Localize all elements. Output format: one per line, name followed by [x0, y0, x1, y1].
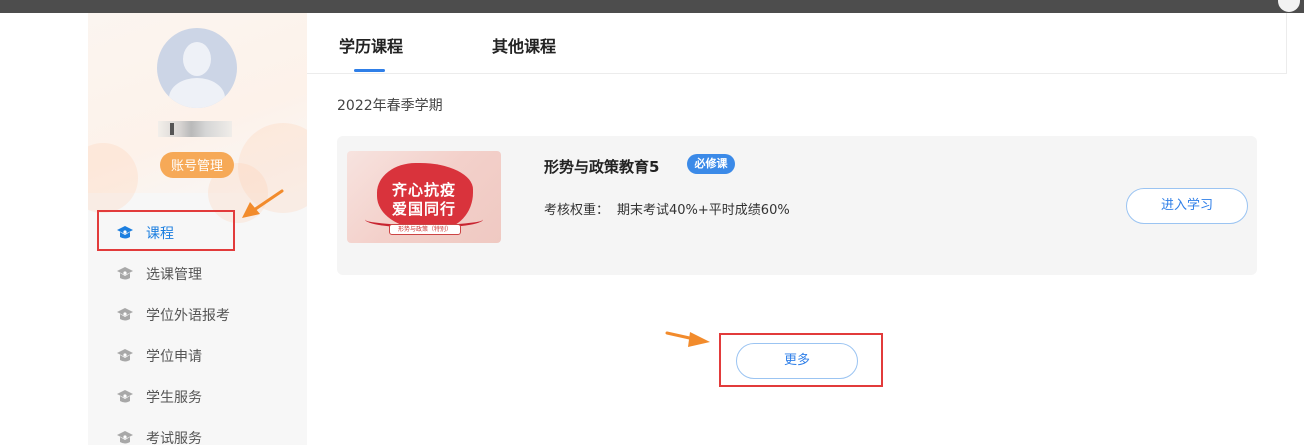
annotation-arrow-icon	[242, 189, 284, 218]
graduation-cap-icon	[117, 308, 133, 321]
course-card: 齐心抗疫 爱国同行 形势与政策（特别） 形势与政策教育5 必修课 考核权重： 期末…	[337, 136, 1257, 275]
sidebar-item-label: 选课管理	[146, 267, 202, 283]
course-title[interactable]: 形势与政策教育5	[544, 156, 659, 177]
required-course-badge: 必修课	[687, 154, 735, 174]
avatar[interactable]	[157, 28, 237, 108]
user-menu-icon[interactable]	[1278, 0, 1300, 12]
thumbnail-sub-label: 形势与政策（特别）	[389, 224, 461, 235]
graduation-cap-icon	[117, 431, 133, 444]
sidebar-item-label: 学位申请	[146, 349, 202, 365]
graduation-cap-icon	[117, 349, 133, 362]
thumbnail-headline-1: 齐心抗疫	[391, 181, 456, 199]
active-tab-indicator	[354, 69, 385, 72]
sidebar-item-label: 考试服务	[146, 431, 202, 445]
highlight-box-courses	[97, 210, 235, 251]
sidebar-item-degree-language-exam[interactable]: 学位外语报考	[116, 303, 276, 327]
sidebar-item-degree-application[interactable]: 学位申请	[116, 344, 276, 368]
graduation-cap-icon	[117, 267, 133, 280]
assessment-weight: 考核权重： 期末考试40%+平时成绩60%	[544, 199, 790, 218]
assessment-weight-label: 考核权重：	[544, 203, 610, 218]
username-redacted	[158, 121, 232, 137]
sidebar-item-label: 学位外语报考	[146, 308, 230, 324]
browser-top-bar	[0, 0, 1304, 13]
sidebar-item-label: 学生服务	[146, 390, 202, 406]
course-tabs: 学历课程 其他课程	[307, 13, 1287, 74]
sidebar-item-exam-services[interactable]: 考试服务	[116, 426, 276, 445]
sidebar-item-course-selection[interactable]: 选课管理	[116, 262, 276, 286]
assessment-weight-value: 期末考试40%+平时成绩60%	[617, 203, 790, 218]
account-management-button[interactable]: 账号管理	[160, 152, 234, 178]
graduation-cap-icon	[117, 390, 133, 403]
sidebar-item-student-services[interactable]: 学生服务	[116, 385, 276, 409]
tab-degree-courses[interactable]: 学历课程	[339, 33, 403, 57]
semester-heading: 2022年春季学期	[337, 98, 443, 114]
course-thumbnail[interactable]: 齐心抗疫 爱国同行 形势与政策（特别）	[347, 151, 501, 243]
annotation-arrow-icon	[665, 331, 710, 347]
more-button[interactable]: 更多	[736, 343, 858, 379]
tab-other-courses[interactable]: 其他课程	[492, 33, 556, 57]
enter-study-button[interactable]: 进入学习	[1126, 188, 1248, 224]
